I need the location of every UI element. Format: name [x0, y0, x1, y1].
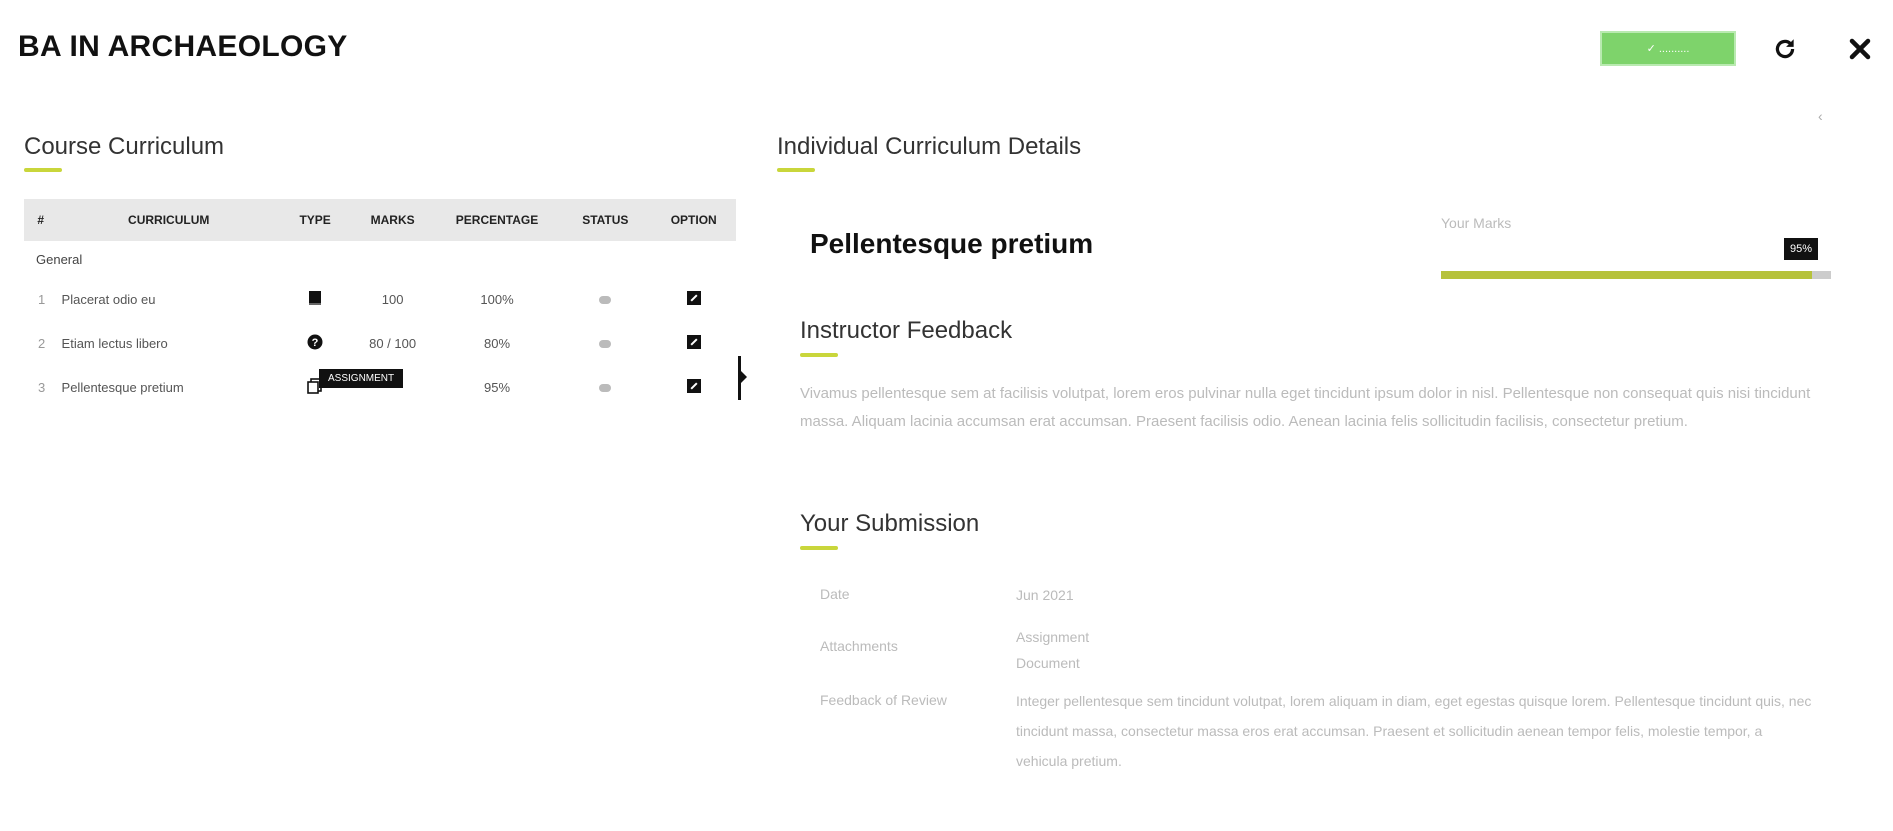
table-row[interactable]: 1 Placerat odio eu 100 100%	[24, 277, 736, 321]
progress-label: Your Marks	[1441, 215, 1512, 231]
open-external-icon[interactable]	[686, 378, 701, 393]
table-header-row: # CURRICULUM TYPE MARKS PERCENTAGE STATU…	[24, 199, 736, 241]
option-cell	[651, 277, 736, 321]
row-number: 2	[38, 335, 46, 351]
progress-value-badge: 95%	[1784, 238, 1819, 260]
mark-complete-button[interactable]: ✓ ..........	[1600, 31, 1736, 66]
marks-cell: 100	[381, 291, 404, 307]
section-underline	[777, 168, 815, 172]
submission-value: Integer pellentesque sem tincidunt volut…	[1016, 693, 1812, 769]
open-external-icon[interactable]	[686, 334, 701, 349]
section-underline	[800, 353, 838, 357]
row-number: 3	[38, 379, 46, 395]
percentage-cell: 95%	[484, 379, 511, 395]
type-cell	[280, 277, 350, 321]
question-icon: ?	[307, 334, 323, 349]
option-cell	[651, 365, 736, 409]
refresh-icon	[1775, 39, 1795, 59]
submission-section-title: Your Submission	[800, 510, 980, 537]
chevron-left-icon[interactable]: ‹	[1818, 108, 1823, 124]
section-underline	[24, 168, 62, 172]
status-icon	[599, 339, 612, 348]
curriculum-section-title: Course Curriculum	[24, 133, 225, 160]
detail-title: Pellentesque pretium	[810, 228, 1094, 259]
status-cell	[559, 365, 651, 409]
status-cell	[559, 321, 651, 365]
book-icon	[309, 290, 322, 305]
group-row: General	[24, 241, 736, 277]
percentage-cell: 100%	[480, 291, 514, 307]
progress-fill	[1441, 271, 1812, 279]
row-number: 1	[38, 291, 46, 307]
details-section-title: Individual Curriculum Details	[777, 133, 1082, 160]
option-cell	[651, 321, 736, 365]
top-bar: BA IN ARCHAEOLOGY ✓ ..........	[0, 0, 1893, 100]
column-header-percentage: PERCENTAGE	[434, 199, 560, 241]
refresh-button[interactable]	[1768, 32, 1802, 66]
type-tooltip: ASSIGNMENT	[319, 369, 404, 388]
curriculum-name[interactable]: Placerat odio eu	[58, 277, 280, 321]
column-header-status: STATUS	[559, 199, 652, 241]
percentage-cell: 80%	[484, 335, 511, 351]
feedback-text: Vivamus pellentesque sem at facilisis vo…	[800, 385, 1811, 430]
status-icon	[599, 295, 612, 304]
column-header-marks: MARKS	[350, 199, 435, 241]
column-header-number: #	[24, 199, 58, 241]
marks-cell: 80 / 100	[369, 335, 417, 351]
page-title: BA IN ARCHAEOLOGY	[18, 30, 348, 63]
open-external-icon[interactable]	[686, 290, 701, 305]
group-label: General	[36, 251, 83, 267]
close-icon	[1849, 38, 1871, 60]
progress-bar	[1441, 271, 1831, 279]
curriculum-name[interactable]: Etiam lectus libero	[58, 321, 280, 365]
submission-value: Jun 2021	[1016, 587, 1074, 603]
status-cell	[559, 277, 651, 321]
type-cell: ?	[280, 321, 350, 365]
splitter-arrow-icon	[741, 371, 747, 383]
column-header-option: OPTION	[651, 199, 736, 241]
curriculum-name[interactable]: Pellentesque pretium	[58, 365, 280, 409]
feedback-section-title: Instructor Feedback	[800, 317, 1013, 344]
submission-label: Date	[820, 586, 850, 602]
svg-text:?: ?	[312, 337, 319, 349]
attachment-link[interactable]: Assignment Document	[1016, 624, 1106, 676]
status-icon	[599, 383, 612, 392]
submission-label: Feedback of Review	[820, 692, 947, 708]
submission-label: Attachments	[820, 638, 898, 654]
column-header-type: TYPE	[279, 199, 351, 241]
close-button[interactable]	[1843, 32, 1877, 66]
column-header-curriculum: CURRICULUM	[57, 199, 280, 241]
section-underline	[800, 546, 838, 550]
table-row[interactable]: 2 Etiam lectus libero ? 80 / 100 80%	[24, 321, 736, 365]
